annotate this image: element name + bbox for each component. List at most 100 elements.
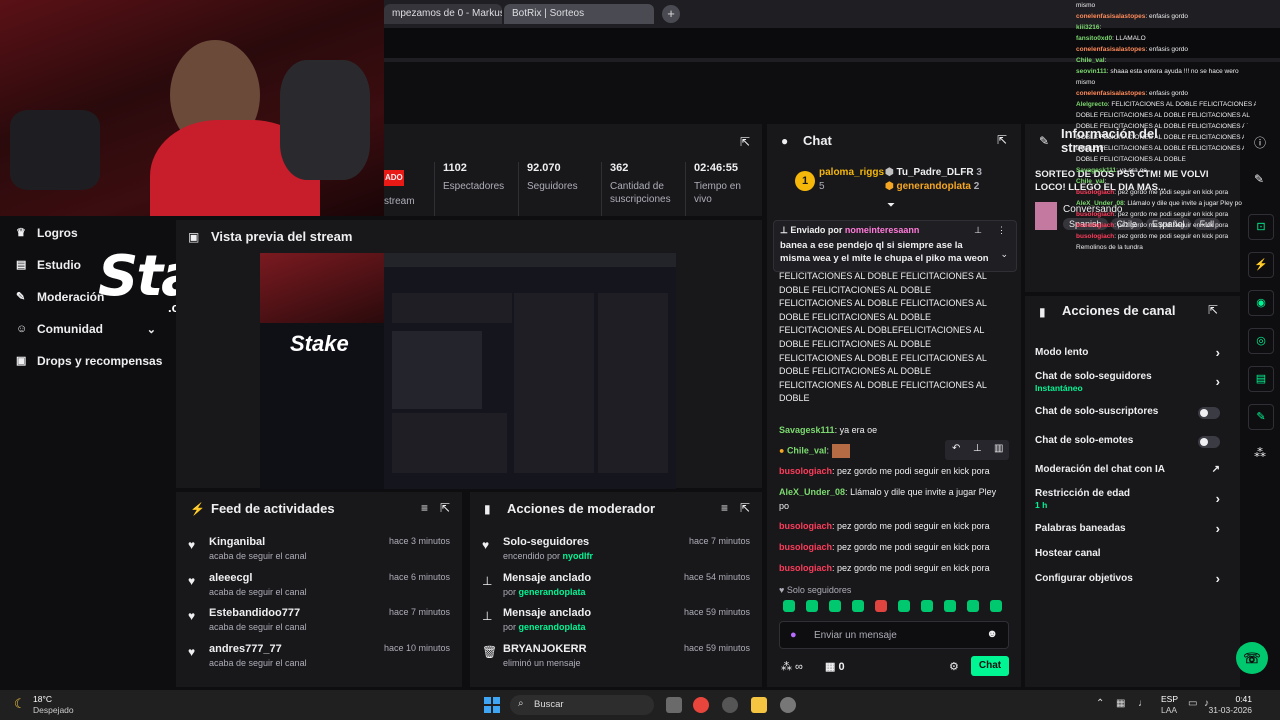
weather-desc[interactable]: Despejado: [33, 705, 74, 715]
folder-icon[interactable]: [751, 697, 767, 713]
feed-row: ♥ Estebandidoo777 acaba de seguir el canal…: [188, 607, 450, 639]
emotes-only-toggle[interactable]: [1198, 436, 1220, 448]
channel-action-banned-words[interactable]: Palabras baneadas ›: [1035, 522, 1220, 535]
channel-action-slow-mode[interactable]: Modo lento ›: [1035, 346, 1220, 359]
obs-icon[interactable]: [722, 697, 738, 713]
leaderboard-user[interactable]: generandoplata: [897, 181, 971, 192]
edit-icon[interactable]: ✎: [1254, 172, 1264, 186]
channel-action-age-restriction[interactable]: Restricción de edad 1 h ›: [1035, 488, 1220, 510]
chat-icon[interactable]: ◉: [1248, 290, 1274, 316]
target-icon[interactable]: ⊡: [1248, 214, 1274, 240]
nav-item-comunidad[interactable]: ☺ Comunidad ⌄: [16, 322, 156, 336]
support-icon[interactable]: ☏: [1236, 642, 1268, 674]
clock-time[interactable]: 0:41: [1235, 694, 1252, 704]
category-thumbnail[interactable]: [1035, 202, 1057, 230]
clock-date[interactable]: 31-03-2026: [1209, 705, 1252, 715]
emote-icon[interactable]: [875, 600, 887, 612]
feed-username[interactable]: aleeecgl: [209, 572, 252, 584]
taskbar-search[interactable]: ⌕ Buscar: [510, 695, 654, 715]
emoji-icon[interactable]: ☻: [986, 628, 998, 640]
chat-username[interactable]: AleX_Under_08: [779, 487, 845, 497]
channel-action-followers-only[interactable]: Chat de solo-seguidores Instantáneo ›: [1035, 371, 1220, 393]
language-indicator[interactable]: ESP: [1161, 694, 1178, 704]
community-icon[interactable]: ⁂: [1254, 446, 1266, 460]
mic-icon[interactable]: ♩: [1138, 698, 1148, 709]
leaderboard-user[interactable]: Tu_Padre_DLFR: [897, 167, 974, 178]
more-icon[interactable]: ⋮: [997, 225, 1006, 236]
expand-icon[interactable]: ⇱: [740, 135, 750, 149]
feed-username[interactable]: Kinganibal: [209, 536, 265, 548]
filter-icon[interactable]: ≡: [421, 501, 428, 515]
pin-icon[interactable]: ⊥: [973, 443, 982, 454]
chat-username[interactable]: busologiach: [779, 542, 832, 552]
chevron-up-icon[interactable]: ⌃: [1096, 698, 1104, 709]
chat-username[interactable]: busologiach: [779, 521, 832, 531]
expand-icon[interactable]: ⇱: [997, 133, 1007, 147]
nav-item-moderacion[interactable]: ✎ Moderación: [16, 290, 104, 304]
bolt-icon[interactable]: ⚡: [1248, 252, 1274, 278]
chrome-icon[interactable]: [693, 697, 709, 713]
chat-username[interactable]: Chile_val: [787, 445, 827, 455]
emote-icon[interactable]: [829, 600, 841, 612]
chevron-down-icon[interactable]: ⌄: [1000, 249, 1008, 260]
channel-action-ai-moderation[interactable]: Moderación del chat con IA ↗: [1035, 464, 1220, 475]
nav-item-drops[interactable]: ▣ Drops y recompensas: [16, 354, 162, 368]
channel-action-host[interactable]: Hostear canal: [1035, 548, 1220, 559]
points-display[interactable]: ▦ 0: [825, 660, 845, 673]
trash-icon[interactable]: ▥: [994, 443, 1003, 454]
display-icon[interactable]: ▭: [1188, 698, 1197, 709]
mod-action-user[interactable]: nyodlfr: [563, 551, 594, 561]
language-sub[interactable]: LAA: [1161, 705, 1177, 715]
stat-value: 1102: [443, 162, 467, 174]
new-tab-icon[interactable]: +: [662, 5, 680, 23]
emote-icon[interactable]: [944, 600, 956, 612]
emote-icon[interactable]: [967, 600, 979, 612]
expand-icon[interactable]: ⇱: [1208, 303, 1218, 317]
chat-username[interactable]: busologiach: [779, 563, 832, 573]
wrench-icon[interactable]: ✎: [1248, 404, 1274, 430]
pinned-user[interactable]: nomeinteresaann: [845, 225, 920, 235]
channel-action-emotes-only[interactable]: Chat de solo-emotes: [1035, 435, 1220, 448]
emote-icon[interactable]: [806, 600, 818, 612]
expand-icon[interactable]: ⇱: [440, 501, 450, 515]
channel-action-subs-only[interactable]: Chat de solo-suscriptores: [1035, 406, 1220, 419]
filter-icon[interactable]: ≡: [721, 501, 728, 515]
gear-icon[interactable]: ⚙: [949, 660, 959, 673]
nav-item-logros[interactable]: ♛ Logros: [16, 226, 78, 240]
community-icon[interactable]: ⁂ ∞: [781, 660, 803, 673]
emote-icon[interactable]: [921, 600, 933, 612]
chat-username[interactable]: busologiach: [779, 466, 832, 476]
feed-username[interactable]: Estebandidoo777: [209, 607, 300, 619]
emote-icon[interactable]: [990, 600, 1002, 612]
layers-icon[interactable]: ▤: [1248, 366, 1274, 392]
mod-action-user[interactable]: generandoplata: [519, 622, 586, 632]
browser-tab-1[interactable]: mpezamos de 0 - Markus: [384, 4, 502, 24]
media-player-icon[interactable]: [780, 697, 796, 713]
stream-preview-video[interactable]: Stake: [260, 253, 676, 489]
unpin-icon[interactable]: ⊥: [974, 225, 982, 236]
emote-icon[interactable]: [783, 600, 795, 612]
chevron-down-icon[interactable]: ⏷: [887, 200, 895, 211]
chat-input[interactable]: ● Enviar un mensaje ☻: [779, 621, 1009, 649]
pinned-message[interactable]: ⊥ Enviado por nomeinteresaann ⊥ ⋮ banea …: [773, 220, 1017, 272]
channel-action-goals[interactable]: Configurar objetivos ›: [1035, 572, 1220, 585]
feed-username[interactable]: andres777_77: [209, 643, 282, 655]
info-icon[interactable]: ⓘ: [1254, 134, 1266, 151]
mod-action-user[interactable]: generandoplata: [519, 587, 586, 597]
leaderboard-user[interactable]: paloma_riggs: [819, 167, 884, 178]
reply-icon[interactable]: ↶: [952, 443, 960, 454]
browser-tab-2[interactable]: BotRix | Sorteos: [504, 4, 654, 24]
subs-only-toggle[interactable]: [1198, 407, 1220, 419]
broadcast-icon[interactable]: ◎: [1248, 328, 1274, 354]
mic-icon[interactable]: ●: [790, 629, 797, 641]
task-view-icon[interactable]: [666, 697, 682, 713]
weather-temp[interactable]: 18°C: [33, 694, 52, 704]
emote-icon[interactable]: [898, 600, 910, 612]
network-icon[interactable]: ▦: [1116, 698, 1125, 709]
nav-item-estudio[interactable]: ▤ Estudio: [16, 258, 81, 272]
expand-icon[interactable]: ⇱: [740, 501, 750, 515]
emote-icon[interactable]: [852, 600, 864, 612]
chat-username[interactable]: Savagesk111: [779, 425, 835, 435]
windows-start-icon[interactable]: [484, 697, 500, 713]
chat-send-button[interactable]: Chat: [971, 656, 1009, 676]
